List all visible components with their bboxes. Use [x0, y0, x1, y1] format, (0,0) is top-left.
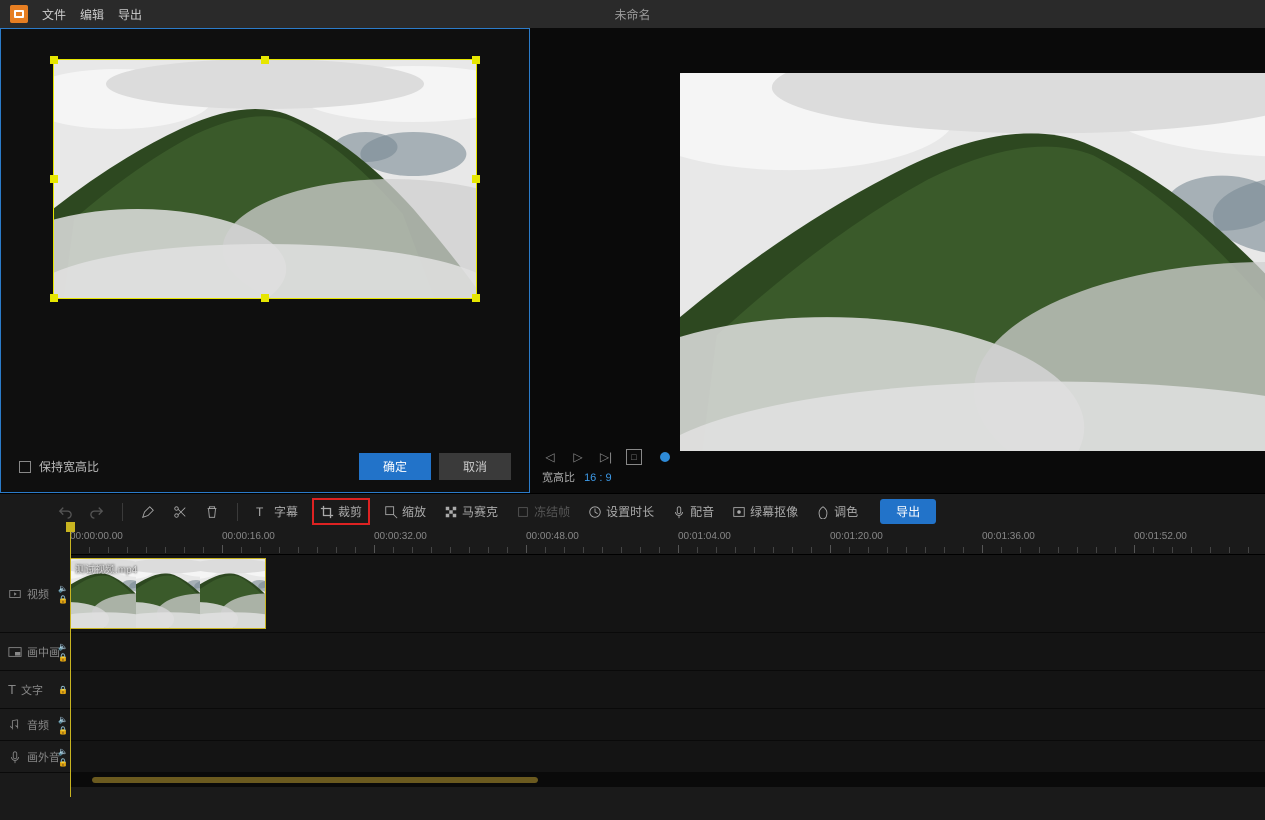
track-text-label: 文字	[21, 682, 43, 698]
ok-button[interactable]: 确定	[359, 453, 431, 480]
crop-viewport[interactable]	[53, 59, 477, 299]
project-title: 未命名	[614, 6, 650, 23]
play-button[interactable]: ▷	[570, 449, 586, 465]
subtitle-button[interactable]: T字幕	[252, 500, 302, 523]
crop-image	[53, 59, 477, 299]
track-text: T 文字 🔒	[0, 671, 1265, 709]
track-text-body[interactable]	[70, 671, 1265, 708]
stop-button[interactable]: □	[626, 449, 642, 465]
tracks: 视频 🔈 🔒 测试视频.mp4 画中画 🔈🔒 T 文字 🔒	[0, 555, 1265, 773]
freeze-button[interactable]: 冻结帧	[512, 500, 574, 523]
keep-ratio-label: 保持宽高比	[39, 458, 99, 475]
mosaic-button[interactable]: 马赛克	[440, 500, 502, 523]
track-voice-label: 画外音	[27, 749, 60, 765]
pip-track-icon	[8, 645, 22, 659]
ruler-mark: 00:00:16.00	[222, 531, 275, 542]
next-frame-button[interactable]: ▷|	[598, 449, 614, 465]
lock-icon[interactable]: 🔒	[58, 595, 68, 604]
export-button[interactable]: 导出	[880, 499, 936, 524]
greenscreen-button[interactable]: 绿幕抠像	[728, 500, 802, 523]
edit-button[interactable]	[137, 502, 159, 522]
track-pip-body[interactable]	[70, 633, 1265, 670]
preview-panel: ◁ ▷ ▷| □ 宽高比 16 : 9	[530, 28, 1265, 493]
preview-image	[680, 73, 1265, 451]
color-button[interactable]: 调色	[812, 500, 862, 523]
menu-export[interactable]: 导出	[118, 6, 142, 23]
app-logo-icon	[10, 5, 28, 23]
timeline-scrollbar[interactable]	[70, 773, 1265, 787]
track-pip-label: 画中画	[27, 644, 60, 660]
keep-ratio-checkbox[interactable]	[19, 461, 31, 473]
ruler-mark: 00:00:32.00	[374, 531, 427, 542]
ruler-mark: 00:01:04.00	[678, 531, 731, 542]
clip-name: 测试视频.mp4	[75, 561, 137, 576]
menu-file[interactable]: 文件	[42, 6, 66, 23]
ruler-mark: 00:01:52.00	[1134, 531, 1187, 542]
zoom-button[interactable]: 缩放	[380, 500, 430, 523]
playhead-dot-icon[interactable]	[660, 452, 670, 462]
track-audio-label: 音频	[27, 717, 49, 733]
prev-frame-button[interactable]: ◁	[542, 449, 558, 465]
audio-track-icon	[8, 718, 22, 732]
redo-button[interactable]	[86, 502, 108, 522]
upper-area: 保持宽高比 确定 取消 ◁ ▷ ▷| □ 宽高比 16 : 9	[0, 28, 1265, 493]
ruler-mark: 00:01:36.00	[982, 531, 1035, 542]
track-pip: 画中画 🔈🔒	[0, 633, 1265, 671]
menubar: 文件 编辑 导出 未命名	[0, 0, 1265, 28]
menu-edit[interactable]: 编辑	[80, 6, 104, 23]
split-button[interactable]	[169, 502, 191, 522]
mute-icon[interactable]: 🔈	[58, 584, 68, 593]
dub-button[interactable]: 配音	[668, 500, 718, 523]
duration-button[interactable]: 设置时长	[584, 500, 658, 523]
track-audio-body[interactable]	[70, 709, 1265, 740]
undo-button[interactable]	[54, 502, 76, 522]
ruler-mark: 00:00:00.00	[70, 531, 123, 542]
track-video-body[interactable]: 测试视频.mp4	[70, 555, 1265, 632]
voice-track-icon	[8, 750, 22, 764]
aspect-value: 16 : 9	[584, 472, 612, 484]
playhead[interactable]	[70, 522, 71, 797]
timeline-ruler[interactable]: 00:00:00.00 00:00:16.00 00:00:32.00 00:00:4…	[70, 529, 1265, 555]
scrollbar-thumb[interactable]	[92, 777, 539, 783]
crop-panel: 保持宽高比 确定 取消	[0, 28, 530, 493]
crop-footer: 保持宽高比 确定 取消	[19, 453, 511, 480]
ruler-mark: 00:01:20.00	[830, 531, 883, 542]
delete-button[interactable]	[201, 502, 223, 522]
track-voice-body[interactable]	[70, 741, 1265, 772]
timeline-toolbar: T字幕 裁剪 缩放 马赛克 冻结帧 设置时长 配音 绿幕抠像 调色 导出	[0, 493, 1265, 529]
ruler-mark: 00:00:48.00	[526, 531, 579, 542]
track-audio: 音频 🔈🔒	[0, 709, 1265, 741]
track-video: 视频 🔈 🔒 测试视频.mp4	[0, 555, 1265, 633]
text-track-icon: T	[8, 682, 16, 697]
cancel-button[interactable]: 取消	[439, 453, 511, 480]
video-track-icon	[8, 587, 22, 601]
crop-tool-button[interactable]: 裁剪	[312, 498, 370, 525]
track-video-label: 视频	[27, 586, 49, 602]
track-voice: 画外音 🔈🔒	[0, 741, 1265, 773]
aspect-ratio: 宽高比 16 : 9	[542, 469, 612, 485]
video-clip[interactable]: 测试视频.mp4	[70, 558, 266, 629]
aspect-label-text: 宽高比	[542, 472, 575, 484]
playback-controls: ◁ ▷ ▷| □	[542, 449, 670, 465]
